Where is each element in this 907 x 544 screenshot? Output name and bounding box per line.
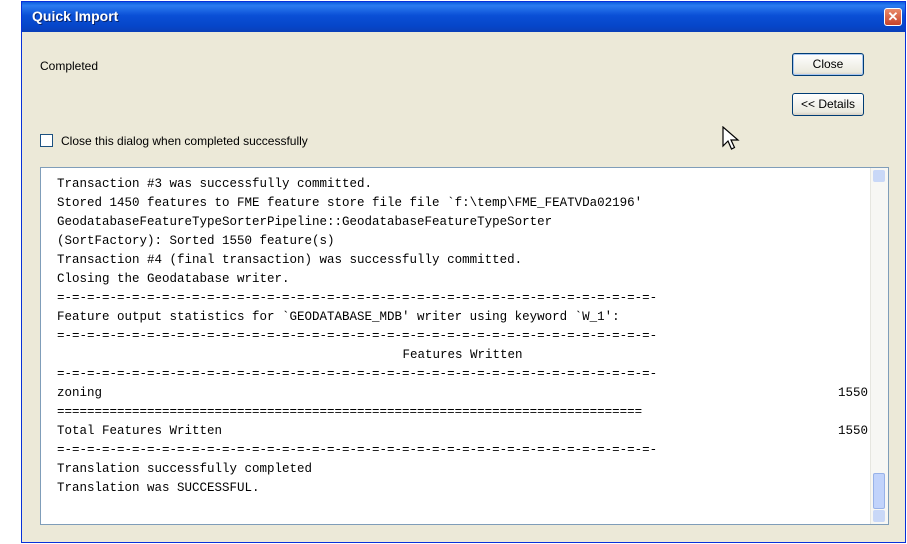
window-title: Quick Import: [32, 8, 119, 24]
details-button[interactable]: << Details: [792, 93, 864, 116]
log-line: (SortFactory): Sorted 1550 feature(s): [57, 234, 335, 248]
log-separator: =-=-=-=-=-=-=-=-=-=-=-=-=-=-=-=-=-=-=-=-…: [57, 291, 658, 305]
zoning-count: 1550: [837, 386, 868, 400]
log-line: Stored 1450 features to FME feature stor…: [57, 196, 643, 210]
log-lines: Transaction #3 was successfully committe…: [57, 175, 868, 498]
vertical-scrollbar[interactable]: [870, 168, 888, 524]
title-bar[interactable]: Quick Import ✕: [22, 2, 905, 32]
close-on-success-checkbox[interactable]: [40, 134, 53, 147]
scroll-thumb[interactable]: [873, 473, 885, 509]
total-row: Total Features Written 1550: [57, 422, 868, 441]
log-line: Transaction #4 (final transaction) was s…: [57, 253, 523, 267]
window-close-icon[interactable]: ✕: [884, 8, 902, 26]
close-on-success-option[interactable]: Close this dialog when completed success…: [40, 134, 308, 148]
features-written-heading: Features Written: [402, 348, 523, 362]
close-on-success-label: Close this dialog when completed success…: [61, 134, 308, 148]
log-output[interactable]: Transaction #3 was successfully committe…: [40, 167, 889, 525]
log-line: Translation was SUCCESSFUL.: [57, 481, 260, 495]
log-separator: =-=-=-=-=-=-=-=-=-=-=-=-=-=-=-=-=-=-=-=-…: [57, 329, 658, 343]
zoning-row: zoning 1550: [57, 384, 868, 403]
log-line: Feature output statistics for `GEODATABA…: [57, 310, 620, 324]
close-button[interactable]: Close: [792, 53, 864, 76]
log-separator: =-=-=-=-=-=-=-=-=-=-=-=-=-=-=-=-=-=-=-=-…: [57, 367, 658, 381]
status-text: Completed: [40, 59, 99, 73]
mouse-pointer-icon: [722, 126, 740, 150]
log-line: Closing the Geodatabase writer.: [57, 272, 290, 286]
log-separator: ========================================…: [57, 405, 643, 419]
total-count: 1550: [837, 424, 868, 438]
scroll-up-arrow-icon[interactable]: [873, 170, 885, 182]
log-line: GeodatabaseFeatureTypeSorterPipeline::Ge…: [57, 215, 553, 229]
zoning-label: zoning: [57, 386, 103, 400]
log-line: Translation successfully completed: [57, 462, 313, 476]
total-label: Total Features Written: [57, 424, 223, 438]
log-separator: =-=-=-=-=-=-=-=-=-=-=-=-=-=-=-=-=-=-=-=-…: [57, 443, 658, 457]
scroll-down-arrow-icon[interactable]: [873, 510, 885, 522]
quick-import-dialog: Quick Import ✕ Completed Close << Detail…: [21, 1, 906, 543]
log-line: Transaction #3 was successfully committe…: [57, 177, 373, 191]
